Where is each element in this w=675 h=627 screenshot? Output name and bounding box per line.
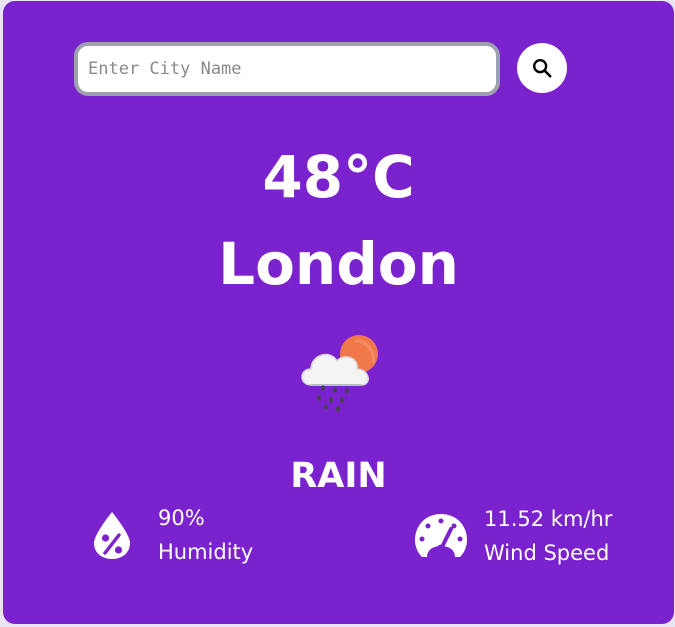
- humidity-label: Humidity: [158, 540, 254, 564]
- city-search-input[interactable]: [74, 42, 500, 96]
- wind-value: 11.52 km/hr: [484, 507, 613, 531]
- humidity-block: 90% Humidity: [158, 501, 253, 569]
- humidity-percent-icon: [94, 512, 130, 559]
- weather-card: 48°C London RAIN 90% Humidity: [3, 1, 674, 624]
- city-name: London: [218, 230, 459, 298]
- humidity-value: 90%: [158, 506, 205, 530]
- temperature-value: 48°C: [262, 143, 415, 211]
- wind-label: Wind Speed: [484, 541, 610, 565]
- weather-condition: RAIN: [290, 456, 387, 496]
- cloud-sun-rain-icon: [301, 335, 378, 412]
- speedometer-icon: [415, 514, 467, 557]
- wind-block: 11.52 km/hr Wind Speed: [484, 502, 612, 570]
- search-icon: [533, 59, 552, 78]
- search-button[interactable]: [517, 43, 567, 93]
